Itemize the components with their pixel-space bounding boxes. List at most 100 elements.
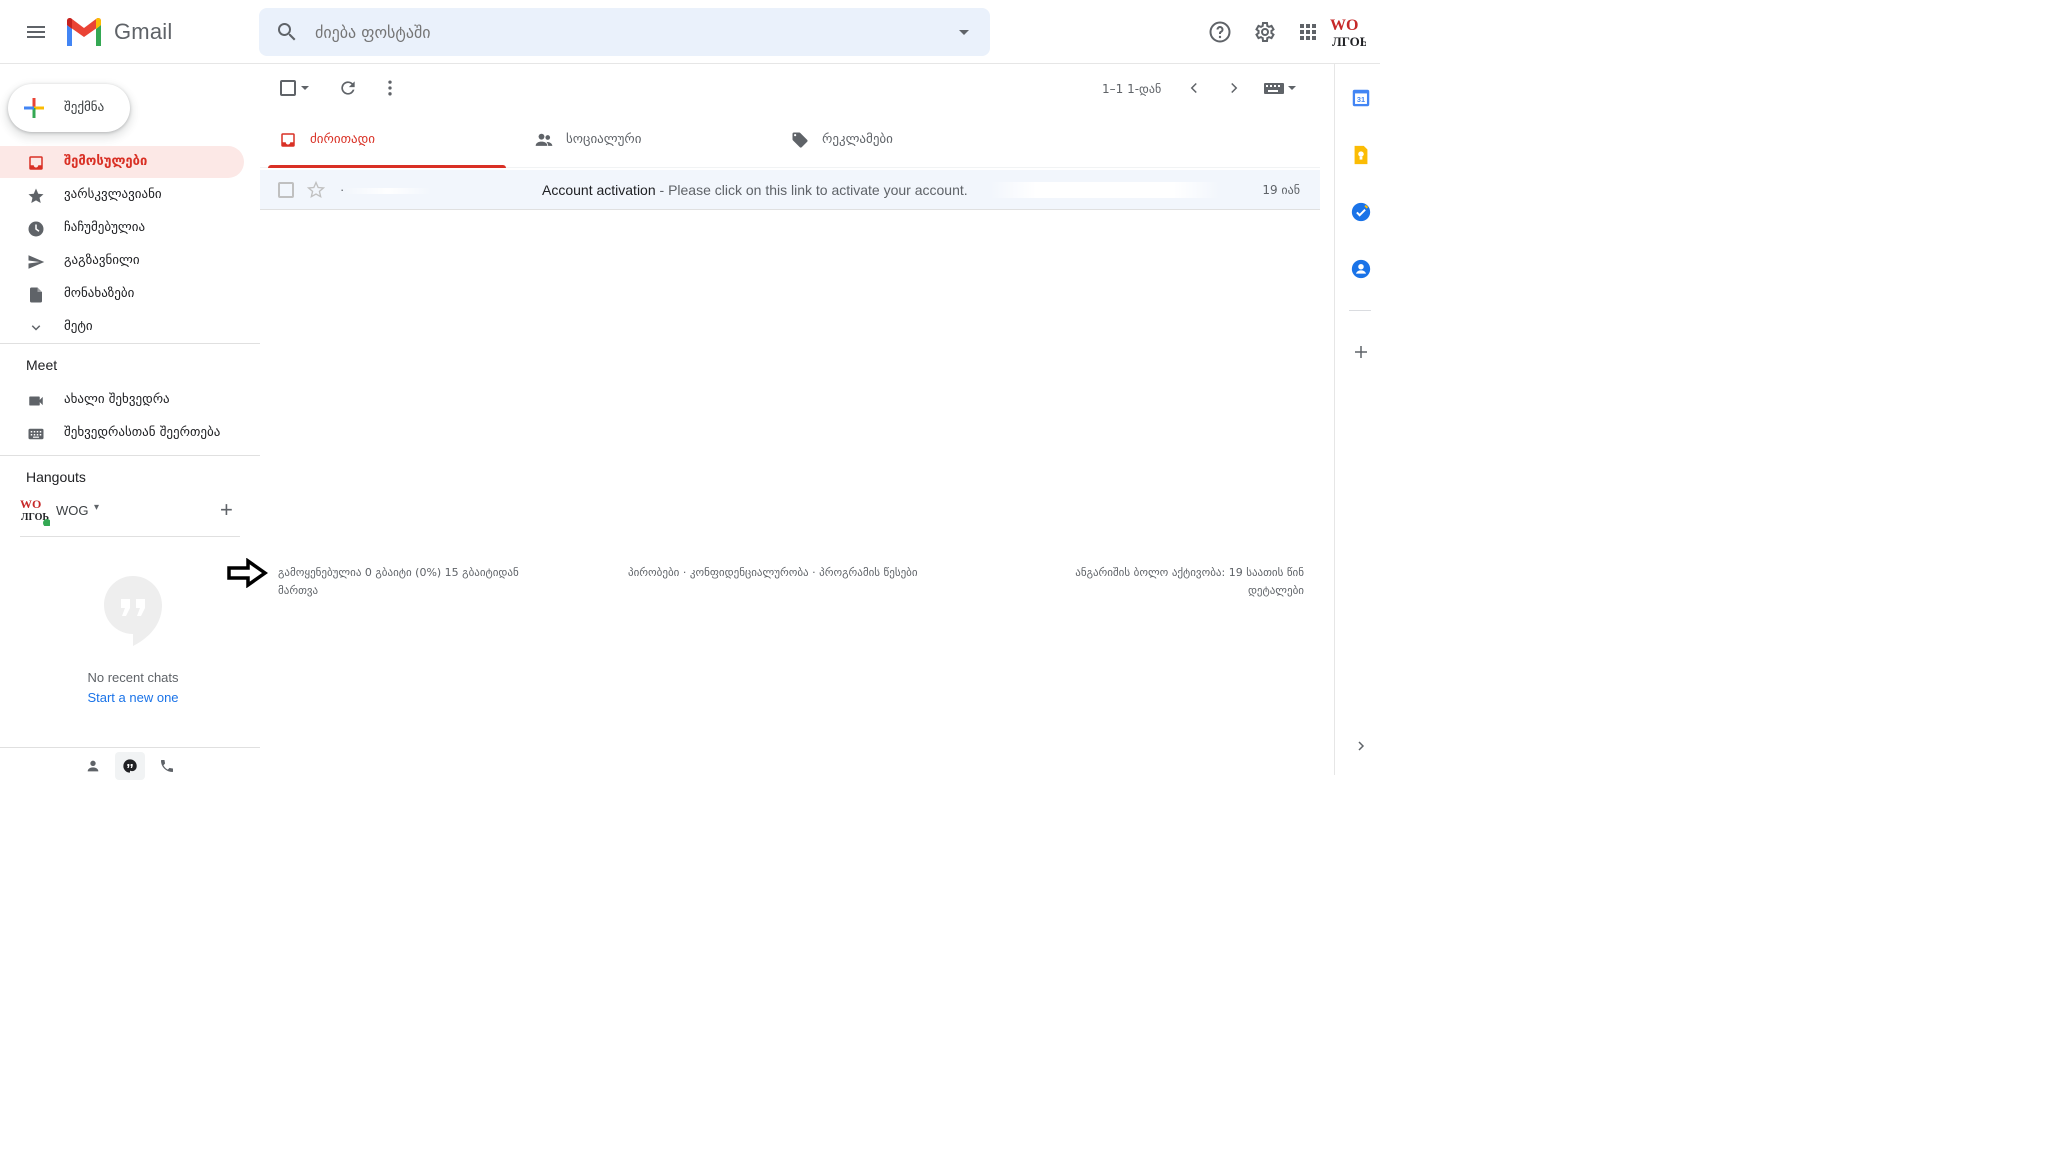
tasks-button[interactable] (1349, 200, 1373, 224)
inbox-icon (26, 153, 46, 173)
sidebar-item-label: მონახაზები (64, 286, 135, 301)
star-icon (26, 186, 46, 206)
sidebar-item-inbox[interactable]: შემოსულები (0, 146, 244, 178)
email-checkbox[interactable] (278, 182, 294, 198)
storage-text: გამოყენებულია 0 გბაიტი (0%) 15 გბაიტიდან (278, 566, 519, 579)
hangouts-bubble-icon (104, 576, 162, 646)
email-snippet: - Please click on this link to activate … (655, 182, 968, 198)
manage-storage-link[interactable]: მართვა (278, 582, 578, 600)
keyboard-icon (26, 424, 46, 444)
help-icon (1209, 21, 1231, 43)
sidebar-item-label: ვარსკვლავიანი (64, 187, 162, 202)
main-menu-button[interactable] (18, 16, 54, 48)
svg-text:31: 31 (1357, 95, 1365, 104)
sidebar-item-label: შემოსულები (64, 154, 148, 169)
phone-tab[interactable] (152, 752, 182, 780)
get-addons-button[interactable] (1349, 340, 1373, 364)
gmail-logo[interactable]: Gmail (64, 14, 172, 50)
sidebar-item-label: გაგზავნილი (64, 253, 140, 268)
apps-grid-icon (1300, 24, 1316, 40)
clock-icon (26, 219, 46, 239)
tab-primary[interactable]: ძირითადი (260, 112, 506, 168)
keep-button[interactable] (1349, 143, 1373, 167)
redacted-sender (344, 188, 432, 194)
tab-social[interactable]: სოციალური (516, 112, 762, 168)
sidebar-item-starred[interactable]: ვარსკვლავიანი (0, 179, 244, 211)
sidebar-item-snoozed[interactable]: ჩაჩუმებულია (0, 212, 244, 244)
svg-text:ЛГОЬ: ЛГОЬ (1332, 34, 1366, 49)
details-link[interactable]: დეტალები (1004, 582, 1304, 600)
svg-text:WO: WO (1330, 17, 1358, 34)
contacts-button[interactable] (1349, 257, 1373, 281)
keyboard-icon (1264, 83, 1296, 94)
newer-button[interactable] (1182, 76, 1206, 100)
sidebar-item-join-meeting[interactable]: შეხვედრასთან შეერთება (0, 417, 244, 449)
meet-nav: ახალი შეხვედრა შეხვედრასთან შეერთება (0, 384, 260, 450)
tab-promotions[interactable]: რეკლამები (772, 112, 1018, 168)
main-content: 1–1 1-დან ძირითადი სოციალური რეკლამები ·… (260, 64, 1320, 775)
inbox-icon (278, 130, 298, 150)
send-icon (26, 252, 46, 272)
refresh-icon (341, 81, 355, 95)
active-tab-indicator (268, 165, 506, 168)
hamburger-icon (27, 26, 45, 38)
divider (0, 455, 260, 456)
start-chat-link[interactable]: Start a new one (0, 690, 266, 705)
plus-icon (1355, 346, 1367, 358)
last-activity-text: ანგარიშის ბოლო აქტივობა: 19 საათის წინ (1075, 566, 1304, 579)
input-tools-button[interactable] (1260, 76, 1300, 100)
mail-nav: შემოსულები ვარსკვლავიანი ჩაჩუმებულია გაგ… (0, 146, 260, 344)
tag-icon (790, 130, 810, 150)
compose-plus-icon (24, 98, 44, 118)
tab-label: რეკლამები (822, 132, 893, 147)
more-options-button[interactable] (378, 76, 402, 100)
add-chat-icon[interactable]: + (220, 498, 233, 522)
divider (1349, 310, 1371, 311)
sidebar-item-label: ჩაჩუმებულია (64, 220, 146, 235)
gmail-m-icon (67, 17, 101, 46)
settings-button[interactable] (1248, 16, 1280, 48)
side-panel: 31 (1334, 64, 1384, 775)
checkbox-icon (280, 80, 296, 96)
app-name: Gmail (114, 19, 173, 44)
hangouts-user[interactable]: WO ЛГОЬ WOG ▾ + (20, 496, 240, 528)
contacts-tab[interactable] (78, 752, 108, 780)
sidebar-item-more[interactable]: მეტი (0, 311, 244, 343)
redacted-snippet (990, 182, 1220, 198)
search-options-icon[interactable] (952, 20, 976, 44)
chevron-down-icon (26, 318, 46, 338)
footer-links[interactable]: პირობები · კონფიდენციალურობა · პროგრამის… (628, 564, 918, 582)
compose-label: შექმნა (64, 100, 105, 115)
email-date: 19 იან (1262, 183, 1300, 197)
person-icon (87, 760, 99, 772)
refresh-button[interactable] (336, 76, 360, 100)
compose-button[interactable]: შექმნა (8, 84, 130, 132)
select-menu-button[interactable] (298, 76, 312, 100)
search-input[interactable] (315, 20, 915, 44)
search-bar[interactable] (259, 8, 990, 56)
arrow-right-icon (227, 558, 268, 588)
draft-icon (26, 285, 46, 305)
hide-panel-button[interactable] (1349, 734, 1373, 758)
sidebar-item-sent[interactable]: გაგზავნილი (0, 245, 244, 277)
apps-button[interactable] (1292, 16, 1324, 48)
account-avatar[interactable]: WO ЛГОЬ (1328, 14, 1368, 50)
search-icon[interactable] (275, 20, 299, 44)
header: Gmail WO ЛГОЬ (0, 0, 1380, 64)
conversations-tab[interactable] (115, 752, 145, 780)
mail-footer: გამოყენებულია 0 გბაიტი (0%) 15 გბაიტიდან… (260, 564, 1320, 604)
sidebar-item-new-meeting[interactable]: ახალი შეხვედრა (0, 384, 244, 416)
no-chats-text: No recent chats (87, 670, 179, 685)
older-button[interactable] (1222, 76, 1246, 100)
sidebar-item-label: მეტი (64, 319, 93, 334)
meet-title: Meet (26, 357, 58, 373)
sidebar-item-drafts[interactable]: მონახაზები (0, 278, 244, 310)
select-checkbox[interactable] (276, 76, 300, 100)
calendar-button[interactable]: 31 (1349, 86, 1373, 110)
email-row[interactable]: · Account activation - Please click on t… (260, 170, 1320, 210)
star-icon[interactable] (306, 180, 326, 200)
caret-down-icon (301, 86, 309, 90)
support-button[interactable] (1204, 16, 1236, 48)
chat-bubble-icon (123, 759, 137, 773)
video-icon (26, 391, 46, 411)
